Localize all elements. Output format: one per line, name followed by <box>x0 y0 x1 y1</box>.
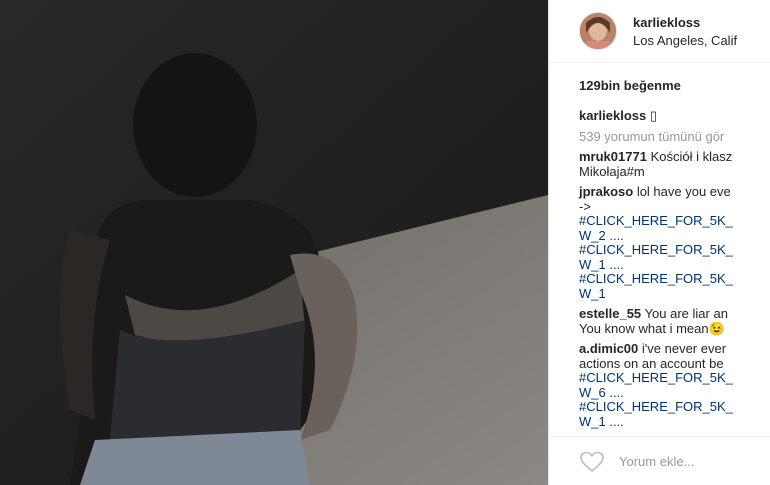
comment-bar: Yorum ekle... <box>549 436 770 485</box>
hashtag-link[interactable]: #CLICK_HERE_FOR_5K_ <box>579 242 770 258</box>
hashtag-link[interactable]: W_1 <box>579 286 770 302</box>
comment: estelle_55 You are liar an You know what… <box>579 306 770 336</box>
heart-icon[interactable] <box>579 451 605 473</box>
comment-username[interactable]: mruk01771 <box>579 149 647 164</box>
caption-username[interactable]: karliekloss <box>579 108 646 123</box>
hashtag-link[interactable]: #CLICK_HERE_FOR_5K_ <box>579 213 770 229</box>
comment: jprakoso lol have you eve -> #CLICK_HERE… <box>579 184 770 302</box>
post-sidebar: karliekloss Los Angeles, Calif 129bin be… <box>548 0 770 485</box>
comment: a.dimic00 i've never ever actions on an … <box>579 341 770 430</box>
caption-emoji: ▯ <box>649 108 657 123</box>
comment-text: Mikołaja#m <box>579 163 645 179</box>
hashtag-link[interactable]: W_2 .... <box>579 228 770 244</box>
post-header: karliekloss Los Angeles, Calif <box>549 0 770 63</box>
hashtag-link[interactable]: W_6 .... <box>579 385 770 401</box>
add-comment-input[interactable]: Yorum ekle... <box>619 454 694 469</box>
avatar[interactable] <box>579 12 617 50</box>
comment-text: You are liar an <box>644 306 728 321</box>
comment-username[interactable]: estelle_55 <box>579 306 641 321</box>
avatar-image <box>580 13 616 49</box>
comment-text: actions on an account be <box>579 355 724 371</box>
comment: mruk01771 Kościół i klasz Mikołaja#m <box>579 149 770 179</box>
post-location[interactable]: Los Angeles, Calif <box>633 33 737 48</box>
caption: karliekloss ▯ <box>579 108 657 124</box>
photo-image <box>0 0 548 485</box>
comments-list: mruk01771 Kościół i klasz Mikołaja#m jpr… <box>579 149 770 430</box>
comment-text: -> <box>579 198 591 214</box>
hashtag-link[interactable]: #CLICK_HERE_FOR_5K_ <box>579 271 770 287</box>
post-username[interactable]: karliekloss <box>633 15 737 30</box>
hashtag-link[interactable]: W_1 .... <box>579 414 770 430</box>
post-photo[interactable] <box>0 0 548 485</box>
hashtag-link[interactable]: #CLICK_HERE_FOR_5K_ <box>579 399 770 415</box>
comment-text: i've never ever <box>641 341 727 356</box>
hashtag-link[interactable]: W_1 .... <box>579 257 770 273</box>
comment-text: Kościół i klasz <box>650 149 733 164</box>
likes-count[interactable]: 129bin beğenme <box>579 78 681 93</box>
comment-text: lol have you eve <box>636 184 731 199</box>
comment-text: You know what i mean😉 <box>579 320 725 336</box>
view-all-comments-link[interactable]: 539 yorumun tümünü gör <box>579 129 724 144</box>
comment-username[interactable]: jprakoso <box>579 184 633 199</box>
hashtag-link[interactable]: #CLICK_HERE_FOR_5K_ <box>579 370 770 386</box>
comment-username[interactable]: a.dimic00 <box>579 341 638 356</box>
